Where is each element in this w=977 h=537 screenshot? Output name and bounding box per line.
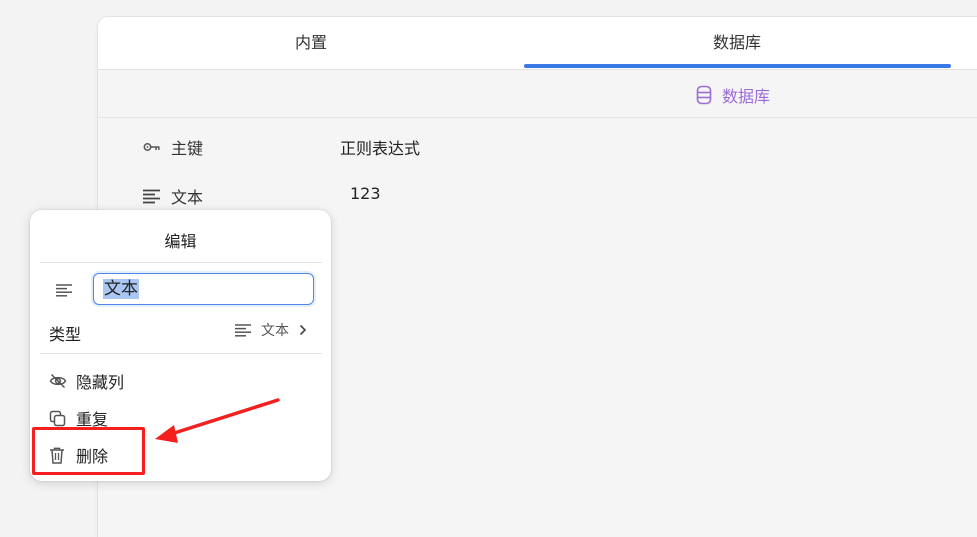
annotation-arrow-icon bbox=[155, 398, 280, 443]
